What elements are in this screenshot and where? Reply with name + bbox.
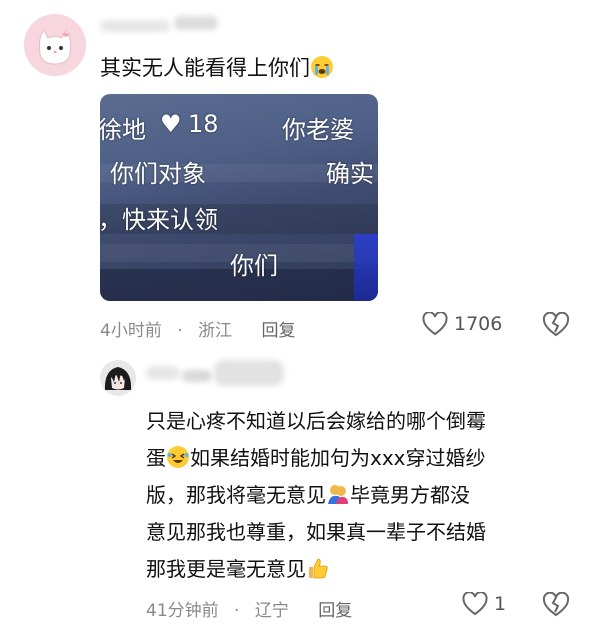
thumbs-up-emoji-icon <box>306 555 330 579</box>
heart-outline-icon <box>462 592 488 616</box>
comment-time: 4小时前 <box>100 321 162 341</box>
cat-avatar-icon <box>24 14 86 76</box>
broken-heart-icon <box>542 311 570 337</box>
reply-avatar[interactable] <box>100 360 136 396</box>
comment-body: 其实无人能看得上你们 <box>100 56 310 80</box>
reply-line: 只是心疼不知道以后会嫁给的哪个倒霉 <box>146 409 486 433</box>
reply-location: 辽宁 <box>254 601 289 621</box>
reply-fragment: 毕竟男方都没 <box>350 483 470 507</box>
dislike-button[interactable] <box>542 311 570 342</box>
subtitle-line2-left: 你们对象 <box>110 160 206 188</box>
reply-line: 那我更是毫无意见 <box>146 551 586 588</box>
subtitle-heart-icon: ♥ <box>160 110 182 138</box>
reply-fragment: 如果结婚时能加句为xxx穿过婚纱 <box>190 446 486 470</box>
reply-time: 41分钟前 <box>146 601 219 621</box>
heart-outline-icon <box>422 312 448 336</box>
subtitle-line1-left: 徐地 <box>100 116 146 144</box>
reply-fragment: 版，那我将毫无意见 <box>146 483 326 507</box>
reply-fragment: 蛋 <box>146 446 166 470</box>
avatar[interactable] <box>24 14 86 76</box>
subtitle-line2-right: 确实 <box>326 160 374 188</box>
reply-button[interactable]: 回复 <box>261 321 295 341</box>
laughing-crying-emoji-icon <box>166 444 190 468</box>
like-button[interactable]: 1706 <box>422 312 502 336</box>
meta-separator: · <box>234 601 240 621</box>
subtitle-line3: ，快来认领 <box>100 206 218 234</box>
reply-dislike-button[interactable] <box>542 591 570 622</box>
hugging-people-emoji-icon <box>326 481 350 505</box>
reply-text: 只是心疼不知道以后会嫁给的哪个倒霉 蛋 如果结婚时能加句为xxx穿过婚纱 版，那… <box>146 403 586 588</box>
anime-avatar-icon <box>100 360 136 396</box>
reply-line: 版，那我将毫无意见 毕竟男方都没 <box>146 477 586 514</box>
comment-meta: 4小时前 · 浙江 回复 <box>100 316 295 341</box>
reply-meta: 41分钟前 · 辽宁 回复 <box>146 596 352 621</box>
reply-line: 蛋 如果结婚时能加句为xxx穿过婚纱 <box>146 440 586 477</box>
subtitle-line1-right: 你老婆 <box>282 116 354 144</box>
reply-username-blurred[interactable] <box>146 356 286 392</box>
subtitle-line4: 你们 <box>230 252 278 280</box>
subtitle-likes: 18 <box>188 110 219 138</box>
comment-location: 浙江 <box>198 321 233 341</box>
reply-fragment: 那我更是毫无意见 <box>146 557 306 581</box>
comment-image[interactable]: 徐地 ♥ 18 你老婆 你们对象 确实 ，快来认领 你们 <box>100 94 378 301</box>
crying-face-emoji-icon <box>310 55 334 79</box>
reply-like-button[interactable]: 1 <box>462 592 506 616</box>
username-blurred[interactable] <box>100 16 220 36</box>
meta-separator: · <box>177 321 183 341</box>
reply-reply-button[interactable]: 回复 <box>318 601 352 621</box>
comment-text: 其实无人能看得上你们 <box>100 52 334 82</box>
reply-line: 意见那我也尊重，如果真一辈子不结婚 <box>146 520 486 544</box>
like-count: 1706 <box>454 313 503 335</box>
reply-like-count: 1 <box>494 593 507 615</box>
broken-heart-icon <box>542 591 570 617</box>
